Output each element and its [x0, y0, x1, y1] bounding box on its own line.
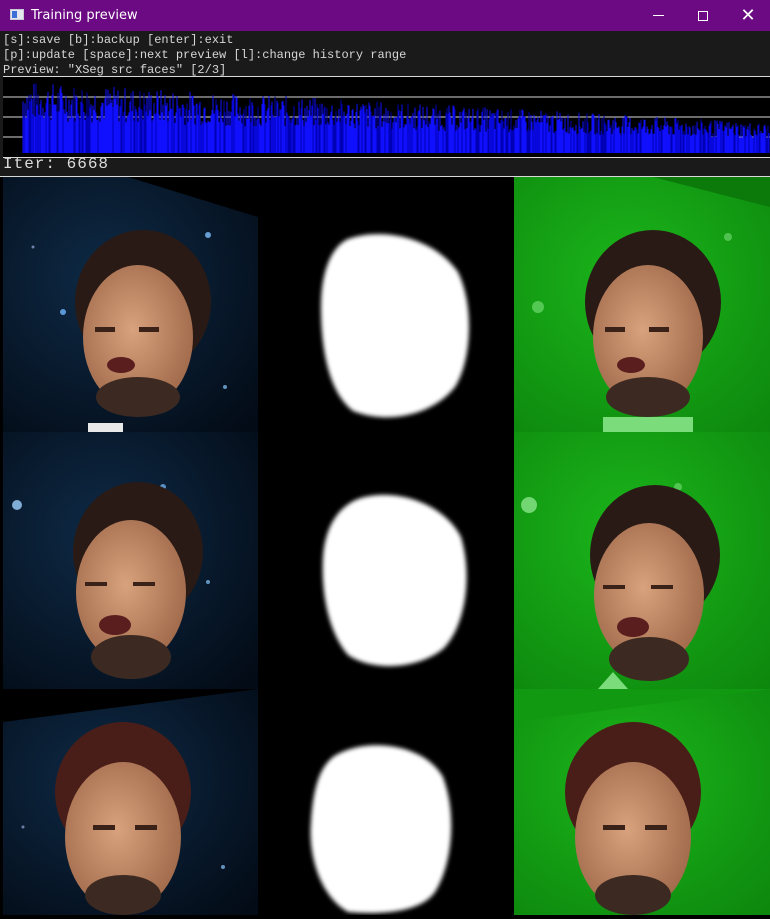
window-title: Training preview — [31, 8, 138, 23]
close-icon: ✕ — [740, 4, 756, 26]
minimize-button[interactable] — [635, 0, 681, 31]
source-face-1 — [3, 177, 258, 432]
title-bar: Training preview ✕ — [0, 0, 770, 31]
iteration-counter: Iter: 6668 — [3, 155, 110, 173]
source-face-3 — [3, 689, 258, 915]
maximize-button[interactable] — [680, 0, 726, 31]
masked-overlay-2 — [514, 432, 770, 689]
masked-overlay-3 — [514, 689, 770, 915]
masked-overlay-1 — [514, 177, 770, 432]
close-button[interactable]: ✕ — [725, 0, 770, 31]
preview-image-grid — [3, 177, 770, 915]
help-line-keys: [s]:save [b]:backup [enter]:exit — [3, 33, 234, 47]
source-face-2 — [3, 432, 258, 689]
app-window-icon — [10, 9, 24, 20]
minimize-icon — [652, 15, 664, 16]
preview-grid — [3, 177, 770, 915]
loss-history-plot — [3, 83, 770, 153]
predicted-mask-3 — [258, 689, 514, 915]
help-line-preview-keys: [p]:update [space]:next preview [l]:chan… — [3, 48, 407, 62]
predicted-mask-2 — [258, 432, 514, 689]
loss-history-graph — [3, 76, 770, 158]
predicted-mask-1 — [258, 177, 514, 432]
maximize-icon — [698, 10, 708, 21]
preview-name-line: Preview: "XSeg src faces" [2/3] — [3, 63, 227, 77]
